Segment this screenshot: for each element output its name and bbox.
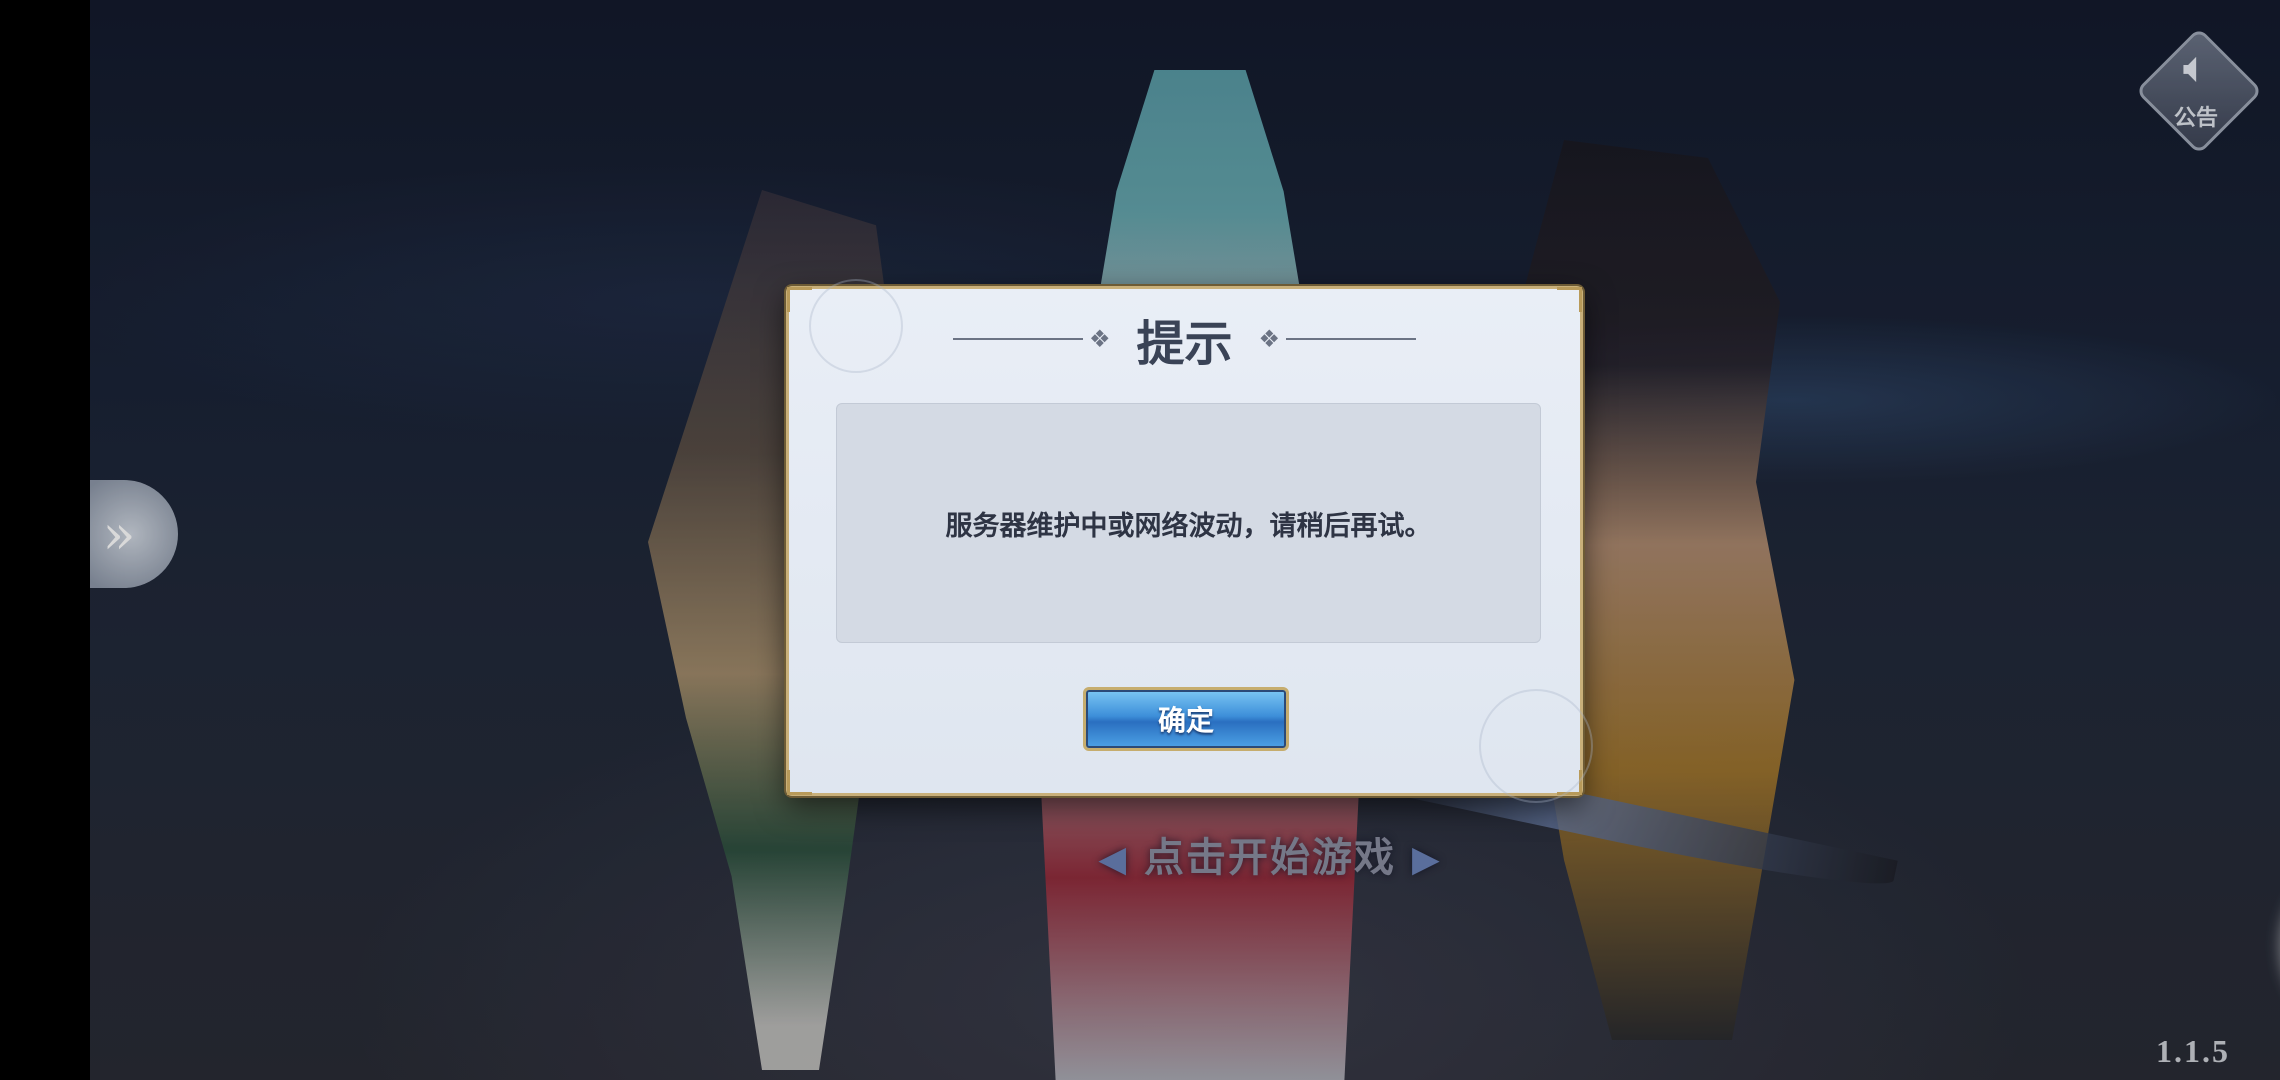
ornament-icon: ❖ — [1258, 325, 1281, 353]
confirm-label: 确定 — [1157, 704, 1214, 737]
ornament-icon: ❖ — [1088, 325, 1111, 353]
title-divider-left — [952, 338, 1083, 340]
dialog-title-row: ❖ 提示 ❖ — [789, 311, 1580, 372]
notice-dialog: ❖ 提示 ❖ 服务器维护中或网络波动，请稍后再试。 确定 — [786, 279, 1593, 803]
corner-ornament — [787, 287, 812, 312]
confirm-button[interactable]: 确定 — [1083, 687, 1289, 751]
corner-ornament — [787, 770, 812, 795]
corner-ornament — [1557, 287, 1582, 312]
message-panel: 服务器维护中或网络波动，请稍后再试。 — [836, 403, 1541, 643]
title-divider-right — [1286, 338, 1417, 340]
dialog-title: 提示 — [1136, 316, 1233, 372]
swirl-decoration — [1479, 689, 1593, 803]
dialog-message: 服务器维护中或网络波动，请稍后再试。 — [945, 510, 1432, 542]
